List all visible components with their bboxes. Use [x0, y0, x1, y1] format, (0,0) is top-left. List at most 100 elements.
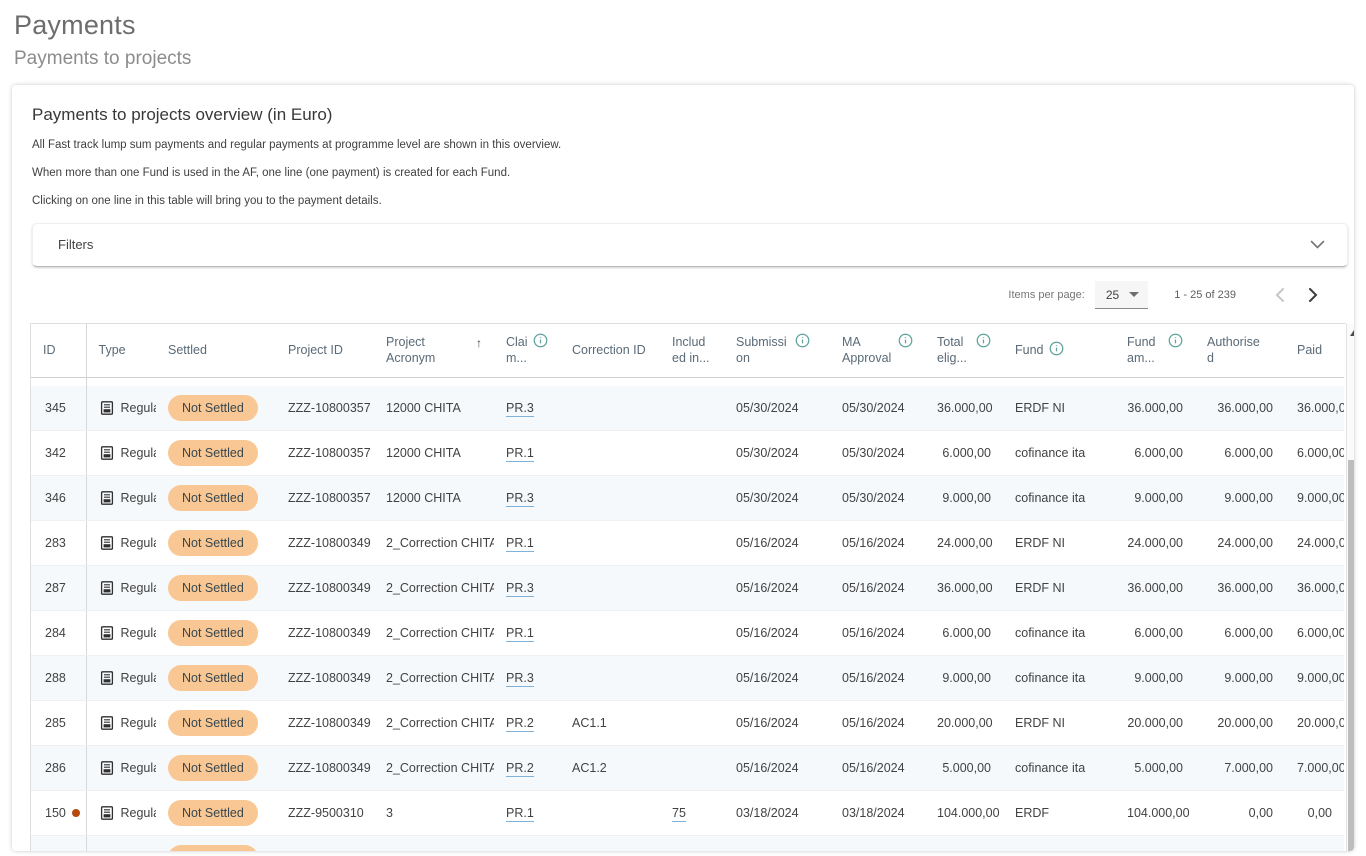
fund-cell: cofinance ita [1003, 476, 1115, 521]
column-header-correctionId[interactable]: Correction ID [560, 324, 660, 378]
fund-cell: cofinance ita [1003, 746, 1115, 791]
column-header-type[interactable]: Type [86, 324, 156, 378]
project-acronym-cell: 3 [374, 836, 494, 851]
payment-id: 284 [45, 626, 66, 640]
scroll-up-button[interactable] [1347, 327, 1354, 339]
table-row[interactable]: 346 Regular Not Settled ZZZ-10800357 120… [31, 476, 1344, 521]
claim-link[interactable]: PR.3 [506, 581, 534, 597]
total-eligible-cell: 5.000,00 [925, 746, 1003, 791]
fund-cell: ERDF NI [1003, 566, 1115, 611]
table-row[interactable]: 287 Regular Not Settled ZZZ-10800349 2_C… [31, 566, 1344, 611]
table-row[interactable]: 150 Regular Not Settled ZZZ-9500310 3 PR… [31, 791, 1344, 836]
column-header-totalElig[interactable]: Total elig... [925, 324, 1003, 378]
table-row[interactable]: 283 Regular Not Settled ZZZ-10800349 2_C… [31, 521, 1344, 566]
info-icon[interactable] [1049, 341, 1064, 356]
column-header-settled[interactable]: Settled [156, 324, 276, 378]
column-header-fundAm[interactable]: Fund am... [1115, 324, 1195, 378]
claim-link[interactable]: PR.1 [506, 626, 534, 642]
column-header-maApproval[interactable]: MA Approval [830, 324, 925, 378]
info-icon[interactable] [795, 333, 810, 348]
claim-link[interactable]: PR.3 [506, 401, 534, 417]
payments-overview-card: Payments to projects overview (in Euro) … [12, 85, 1354, 851]
table-header-row: ID Type Settled Project ID Project Acron… [31, 324, 1344, 378]
submission-date-cell: 05/16/2024 [724, 611, 830, 656]
submission-date-cell: 05/16/2024 [724, 521, 830, 566]
info-icon[interactable] [533, 333, 548, 348]
payment-type-label: Regular [121, 806, 157, 820]
column-header-includedIn[interactable]: Included in... [660, 324, 724, 378]
items-per-page-value: 25 [1106, 288, 1119, 302]
info-icon[interactable] [1168, 333, 1183, 348]
column-header-id[interactable]: ID [31, 324, 86, 378]
table-row[interactable]: 288 Regular Not Settled ZZZ-10800349 2_C… [31, 656, 1344, 701]
regular-payment-icon [99, 760, 115, 776]
next-page-button[interactable] [1296, 278, 1330, 312]
table-row[interactable]: 284 Regular Not Settled ZZZ-10800349 2_C… [31, 611, 1344, 656]
scrollbar-thumb[interactable] [1348, 460, 1354, 851]
column-label: MA Approval [842, 335, 893, 366]
paid-cell: 7.000,00 [1285, 746, 1344, 791]
column-label: Fund [1015, 343, 1044, 359]
submission-date-cell: 05/30/2024 [724, 386, 830, 431]
column-header-acronym[interactable]: Project Acronym ↑ [374, 324, 494, 378]
payments-table: ID Type Settled Project ID Project Acron… [31, 324, 1344, 851]
fund-cell: cofinance ita [1003, 611, 1115, 656]
regular-payment-icon [99, 445, 115, 461]
claim-link[interactable]: PR.3 [506, 491, 534, 507]
correction-id-cell [560, 656, 660, 701]
correction-id-cell [560, 836, 660, 851]
filters-accordion[interactable]: Filters [32, 223, 1348, 267]
correction-id-cell [560, 566, 660, 611]
column-header-fund[interactable]: Fund [1003, 324, 1115, 378]
info-icon[interactable] [898, 333, 913, 348]
table-row[interactable]: 285 Regular Not Settled ZZZ-10800349 2_C… [31, 701, 1344, 746]
table-row[interactable]: 342 Regular Not Settled ZZZ-10800357 120… [31, 431, 1344, 476]
submission-date-cell: 05/16/2024 [724, 566, 830, 611]
claim-link[interactable]: PR.2 [506, 761, 534, 777]
payment-id: 288 [45, 671, 66, 685]
column-header-paid[interactable]: Paid [1285, 324, 1344, 378]
regular-payment-icon [99, 400, 115, 416]
paid-cell: 6.000,00 [1285, 431, 1344, 476]
settled-status-badge: Not Settled [168, 530, 258, 556]
fund-amount-cell: 104.000,00 [1115, 791, 1195, 836]
claim-link[interactable]: PR.1 [506, 806, 534, 822]
payment-id: 345 [45, 401, 66, 415]
info-icon[interactable] [976, 333, 991, 348]
column-header-submission[interactable]: Submission [724, 324, 830, 378]
claim-link[interactable]: PR.1 [506, 446, 534, 462]
table-row[interactable]: 158 Regular Not Settled ZZZ-9500310 3 PR… [31, 836, 1344, 851]
sort-asc-icon: ↑ [476, 336, 482, 351]
column-header-authorised[interactable]: Authorised [1195, 324, 1285, 378]
column-label: Fund am... [1127, 335, 1163, 366]
fund-amount-cell: 6.000,00 [1115, 431, 1195, 476]
vertical-scrollbar[interactable] [1346, 324, 1354, 851]
chevron-right-icon [1309, 288, 1318, 302]
payment-type-label: Regular [121, 671, 157, 685]
payment-id: 283 [45, 536, 66, 550]
regular-payment-icon [99, 715, 115, 731]
fund-cell: ERDF NI [1003, 521, 1115, 566]
claim-link[interactable]: PR.1 [506, 536, 534, 552]
total-eligible-cell: 36.000,00 [925, 386, 1003, 431]
items-per-page-select[interactable]: 25 [1095, 281, 1148, 309]
fund-cell: ERDF NI [1003, 386, 1115, 431]
correction-id-cell: AC1.1 [560, 701, 660, 746]
table-spacer-row [31, 378, 1344, 386]
chevron-left-icon [1275, 288, 1284, 302]
column-label: Submission [736, 335, 790, 366]
submission-date-cell: 05/16/2024 [724, 746, 830, 791]
correction-id-cell: AC1.2 [560, 746, 660, 791]
regular-payment-icon [99, 580, 115, 596]
scroll-up-arrow-icon [1350, 330, 1354, 336]
previous-page-button[interactable] [1262, 278, 1296, 312]
total-eligible-cell: 6.000,00 [925, 431, 1003, 476]
claim-link[interactable]: PR.2 [506, 716, 534, 732]
table-row[interactable]: 345 Regular Not Settled ZZZ-10800357 120… [31, 386, 1344, 431]
settled-status-badge: Not Settled [168, 800, 258, 826]
column-header-projectId[interactable]: Project ID [276, 324, 374, 378]
table-row[interactable]: 286 Regular Not Settled ZZZ-10800349 2_C… [31, 746, 1344, 791]
column-header-claim[interactable]: Claim... [494, 324, 560, 378]
included-in-link[interactable]: 75 [672, 806, 686, 822]
claim-link[interactable]: PR.3 [506, 671, 534, 687]
